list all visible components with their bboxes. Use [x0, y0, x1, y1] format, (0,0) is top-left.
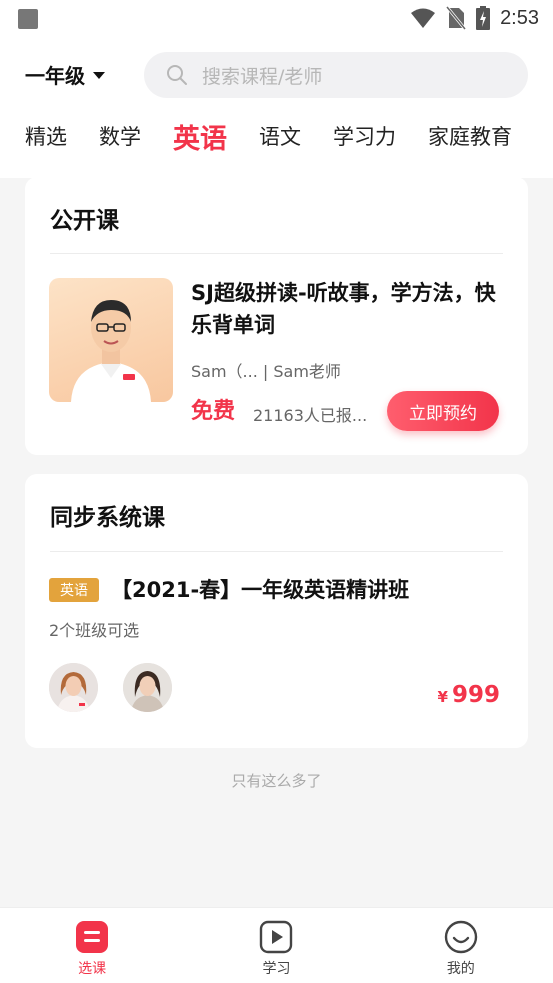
grade-selector[interactable]: 一年级	[25, 60, 105, 89]
open-class-teacher: Sam（... | Sam老师	[191, 362, 341, 381]
price-currency: ¥	[437, 688, 448, 706]
search-bar[interactable]: 搜索课程/老师	[144, 52, 528, 98]
teacher-avatar-image	[123, 663, 172, 712]
status-right: 2:53	[410, 6, 539, 30]
wifi-icon	[411, 8, 436, 28]
status-bar: 2:53	[0, 0, 553, 38]
nav-label: 学习	[262, 961, 291, 977]
no-sim-icon	[446, 6, 467, 30]
teacher-photo	[71, 300, 151, 402]
category-tabs: 精选 数学 英语 语文 学习力 家庭教育	[0, 110, 553, 162]
price-value: 999	[451, 682, 500, 708]
nav-study[interactable]: 学习	[184, 908, 368, 983]
teacher-avatar[interactable]	[123, 663, 172, 712]
sync-course-card: 同步系统课 英语 【2021-春】一年级英语精讲班 2个班级可选 ¥ 999	[25, 474, 528, 748]
free-price-label: 免费	[191, 399, 236, 424]
open-class-card: 公开课 SJ超级拼读-听故事，学方法，快乐背单词 Sam（... | Sam老师…	[25, 177, 528, 455]
class-count: 2个班级可选	[49, 621, 140, 640]
tab-learning-ability[interactable]: 学习力	[308, 121, 403, 151]
tab-math[interactable]: 数学	[74, 121, 148, 151]
sync-course-title[interactable]: 【2021-春】一年级英语精讲班	[111, 574, 409, 604]
nav-profile[interactable]: 我的	[369, 908, 553, 983]
smile-icon	[444, 920, 478, 954]
course-price: ¥ 999	[438, 682, 500, 708]
search-placeholder: 搜索课程/老师	[202, 65, 323, 88]
open-class-course-title[interactable]: SJ超级拼读-听故事，学方法，快乐背单词	[191, 277, 506, 341]
reserve-button[interactable]: 立即预约	[387, 391, 499, 431]
play-icon	[260, 920, 293, 954]
tab-featured[interactable]: 精选	[0, 121, 74, 151]
tab-english[interactable]: 英语	[148, 117, 234, 156]
teacher-avatar[interactable]	[49, 663, 98, 712]
course-select-icon	[76, 921, 109, 953]
status-icons	[410, 6, 491, 30]
battery-icon	[476, 6, 491, 30]
grade-label: 一年级	[25, 64, 85, 88]
nav-course-select[interactable]: 选课	[0, 908, 184, 983]
subject-tag: 英语	[49, 578, 99, 602]
divider	[50, 253, 503, 254]
divider	[50, 551, 503, 552]
nav-label: 我的	[446, 961, 475, 977]
caret-down-icon	[93, 72, 105, 79]
status-time: 2:53	[500, 6, 539, 29]
tab-chinese[interactable]: 语文	[234, 121, 308, 151]
enrolled-count: 21163人已报...	[253, 406, 368, 425]
teacher-avatar-image	[49, 663, 98, 712]
end-of-list-note: 只有这么多了	[231, 772, 322, 790]
nav-label: 选课	[78, 961, 107, 977]
search-icon	[167, 65, 187, 85]
teacher-thumbnail[interactable]	[49, 278, 173, 402]
open-class-heading: 公开课	[50, 208, 119, 234]
header: 一年级 搜索课程/老师 精选 数学 英语 语文 学习力 家庭教育	[0, 38, 553, 178]
tab-family-education[interactable]: 家庭教育	[403, 121, 519, 151]
sync-course-heading: 同步系统课	[50, 505, 165, 531]
notification-icon	[18, 9, 38, 29]
bottom-nav: 选课 学习 我的	[0, 907, 553, 983]
